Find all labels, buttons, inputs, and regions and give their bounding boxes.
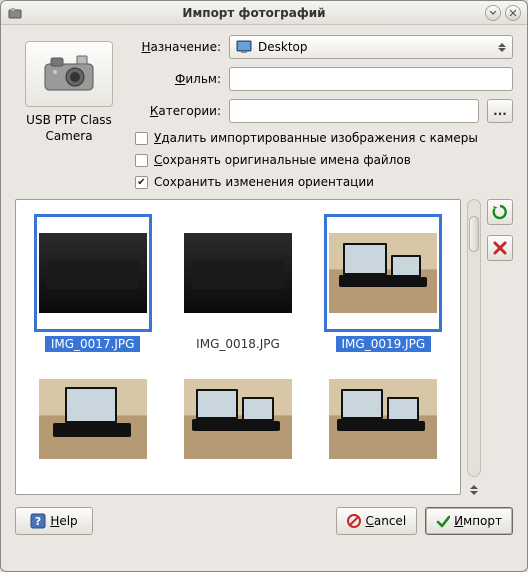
thumbnail-image [34, 214, 152, 332]
thumbnail-caption: IMG_0019.JPG [336, 336, 432, 352]
close-button[interactable] [505, 5, 521, 21]
option-keep-orientation-row[interactable]: ✔ Сохранить изменения ориентации [135, 175, 513, 189]
vertical-scrollbar[interactable] [467, 199, 481, 477]
thumbnail-side-controls [467, 199, 481, 495]
thumbnail-cell[interactable]: IMG_0019.JPG [315, 214, 452, 352]
form-panel: Назначение: Desktop [135, 35, 513, 189]
thumbnail-cell[interactable] [169, 360, 306, 478]
categories-label: Категории: [135, 104, 221, 118]
thumbnail-image [324, 214, 442, 332]
dialog-button-bar: ? Help Cancel Импорт [15, 495, 513, 535]
thumbnail-cell[interactable] [24, 360, 161, 478]
cancel-button[interactable]: Cancel [336, 507, 417, 535]
thumbnail-image [179, 360, 297, 478]
option-delete-label: Удалить импортированные изображения с ка… [154, 131, 478, 145]
thumbnail-caption: S6305505.JPG [44, 199, 141, 202]
checkbox-icon [135, 132, 148, 145]
scrollbar-thumb[interactable] [469, 216, 479, 252]
scroll-up-icon[interactable] [470, 485, 478, 489]
thumbnail-caption: IMG_0015.JPG [190, 199, 286, 202]
device-label: USB PTP Class Camera [15, 113, 123, 144]
destination-label: Назначение: [135, 40, 221, 54]
svg-text:?: ? [35, 515, 41, 528]
option-delete-row[interactable]: Удалить импортированные изображения с ка… [135, 131, 513, 145]
option-keep-names-row[interactable]: Сохранять оригинальные имена файлов [135, 153, 513, 167]
dialog-window: Импорт фотографий [0, 0, 528, 572]
thumbnail-cell[interactable]: S6305505.JPG [24, 199, 161, 206]
thumbnail-cell[interactable] [315, 360, 452, 478]
rotate-button[interactable] [487, 199, 513, 225]
thumbnail-frame: S6305505.JPG IMG_0015.JPG IMG_0016.JPG I… [15, 199, 461, 495]
combo-arrows-icon [498, 43, 506, 52]
thumbnail-grid: S6305505.JPG IMG_0015.JPG IMG_0016.JPG I… [16, 199, 460, 478]
checkbox-checked-icon: ✔ [135, 176, 148, 189]
thumbnail-caption: IMG_0016.JPG [336, 199, 432, 202]
device-button[interactable] [25, 41, 113, 107]
titlebar: Импорт фотографий [1, 1, 527, 25]
thumbnail-cell[interactable]: IMG_0016.JPG [315, 199, 452, 206]
window-title: Импорт фотографий [23, 6, 485, 20]
destination-combo[interactable]: Desktop [229, 35, 513, 59]
thumbnail-caption: IMG_0018.JPG [190, 336, 286, 352]
help-icon: ? [30, 513, 46, 529]
rotate-icon [492, 204, 508, 220]
thumbnail-image [179, 214, 297, 332]
cancel-icon [347, 514, 361, 528]
destination-value: Desktop [258, 40, 308, 54]
option-keep-names-label: Сохранять оригинальные имена файлов [154, 153, 411, 167]
app-icon [7, 5, 23, 21]
delete-icon [493, 241, 507, 255]
import-button[interactable]: Импорт [425, 507, 513, 535]
dialog-content: USB PTP Class Camera Назначение: Desktop [1, 25, 527, 571]
categories-browse-button[interactable]: ... [487, 99, 513, 123]
film-input[interactable] [229, 67, 513, 91]
desktop-icon [236, 40, 252, 54]
minimize-button[interactable] [485, 5, 501, 21]
option-keep-orientation-label: Сохранить изменения ориентации [154, 175, 374, 189]
film-label: Фильм: [135, 72, 221, 86]
delete-button[interactable] [487, 235, 513, 261]
help-button[interactable]: ? Help [15, 507, 93, 535]
thumbnail-image [324, 360, 442, 478]
thumbnail-cell[interactable]: IMG_0015.JPG [169, 199, 306, 206]
thumbnail-image [34, 360, 152, 478]
thumbnail-caption: IMG_0017.JPG [45, 336, 141, 352]
thumbnail-cell[interactable]: IMG_0017.JPG [24, 214, 161, 352]
categories-input[interactable] [229, 99, 479, 123]
camera-icon [41, 54, 97, 94]
checkbox-icon [135, 154, 148, 167]
thumbnail-cell[interactable]: IMG_0018.JPG [169, 214, 306, 352]
device-panel: USB PTP Class Camera [15, 35, 123, 189]
ok-icon [436, 514, 450, 528]
